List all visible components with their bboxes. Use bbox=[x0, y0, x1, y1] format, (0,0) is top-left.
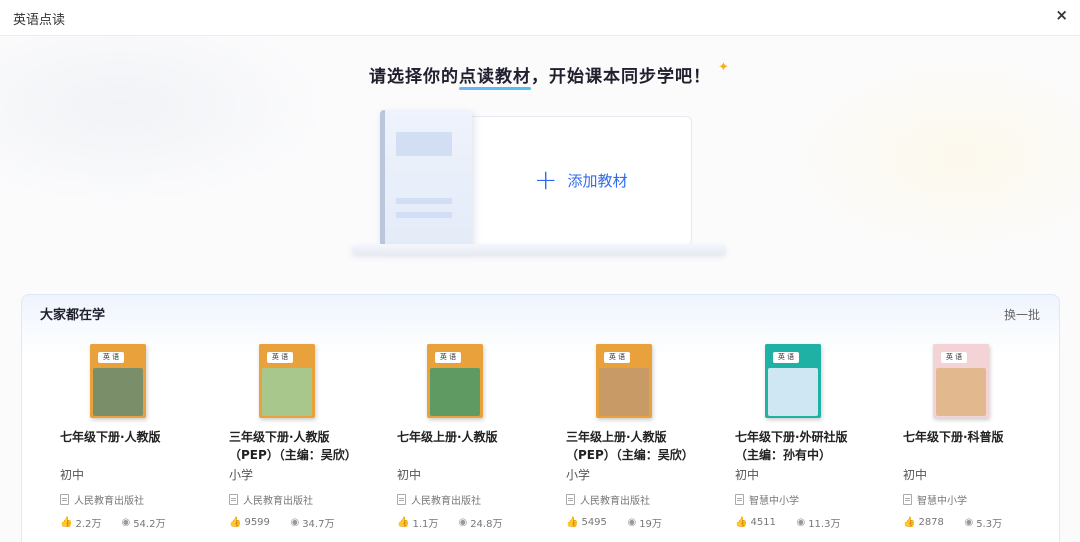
eye-icon: ◉ bbox=[290, 517, 300, 528]
cover-image bbox=[93, 368, 143, 416]
book-publisher: 人民教育出版社 bbox=[60, 492, 220, 507]
like-count: 2.2万 bbox=[75, 519, 102, 530]
window-title: 英语点读 bbox=[13, 13, 66, 28]
cover-tag: 英 语 bbox=[941, 352, 967, 363]
publisher-name: 智慧中小学 bbox=[917, 496, 967, 507]
eye-icon: ◉ bbox=[796, 517, 806, 528]
eye-icon: ◉ bbox=[964, 517, 974, 528]
eye-icon: ◉ bbox=[121, 517, 131, 528]
book-stats: 👍 1.1万 ◉ 24.8万 bbox=[397, 515, 557, 530]
document-icon bbox=[60, 494, 69, 505]
thumbs-up-icon: 👍 bbox=[397, 517, 410, 528]
thumbs-up-icon: 👍 bbox=[229, 517, 242, 528]
book-publisher: 人民教育出版社 bbox=[397, 492, 557, 507]
like-count: 9599 bbox=[244, 517, 270, 528]
like-count: 2878 bbox=[918, 517, 944, 528]
book-publisher: 智慧中小学 bbox=[735, 492, 895, 507]
book-name[interactable]: 三年级上册·人教版（PEP）（主编：吴欣） bbox=[566, 428, 694, 464]
view-count: 11.3万 bbox=[808, 519, 841, 530]
document-icon bbox=[566, 494, 575, 505]
cover-tag: 英 语 bbox=[98, 352, 124, 363]
sparkle-icon: ✦ bbox=[718, 60, 729, 75]
book-level: 初中 bbox=[735, 468, 760, 482]
hero-headline: 请选择你的点读教材，开始课本同步学吧！ bbox=[0, 62, 1080, 87]
popular-title: 大家都在学 bbox=[40, 308, 106, 323]
document-icon bbox=[735, 494, 744, 505]
eye-icon: ◉ bbox=[458, 517, 468, 528]
book-cover[interactable]: 英 语 bbox=[596, 344, 652, 418]
book-publisher: 人民教育出版社 bbox=[229, 492, 389, 507]
cover-tag: 英 语 bbox=[435, 352, 461, 363]
book-level: 初中 bbox=[397, 468, 422, 482]
refresh-button[interactable]: 换一批 bbox=[1004, 306, 1040, 323]
like-count: 5495 bbox=[581, 517, 607, 528]
book-level: 初中 bbox=[60, 468, 85, 482]
thumbs-up-icon: 👍 bbox=[903, 517, 916, 528]
cover-image bbox=[262, 368, 312, 416]
book-cover[interactable]: 英 语 bbox=[90, 344, 146, 418]
view-count: 5.3万 bbox=[976, 519, 1003, 530]
close-icon[interactable]: × bbox=[1055, 6, 1068, 24]
book-stats: 👍 2.2万 ◉ 54.2万 bbox=[60, 515, 220, 530]
view-count: 24.8万 bbox=[470, 519, 503, 530]
headline-post: ，开始课本同步学吧！ bbox=[531, 67, 711, 87]
book-cover[interactable]: 英 语 bbox=[933, 344, 989, 418]
book-name[interactable]: 三年级下册·人教版（PEP）（主编：吴欣） bbox=[229, 428, 357, 464]
book-level: 小学 bbox=[229, 468, 254, 482]
plus-icon: + bbox=[534, 163, 558, 196]
document-icon bbox=[229, 494, 238, 505]
cover-image bbox=[936, 368, 986, 416]
like-count: 1.1万 bbox=[412, 519, 439, 530]
book-cover[interactable]: 英 语 bbox=[259, 344, 315, 418]
thumbs-up-icon: 👍 bbox=[735, 517, 748, 528]
publisher-name: 智慧中小学 bbox=[749, 496, 799, 507]
like-count: 4511 bbox=[750, 517, 776, 528]
thumbs-up-icon: 👍 bbox=[60, 517, 73, 528]
book-cover[interactable]: 英 语 bbox=[765, 344, 821, 418]
headline-pre: 请选择你的 bbox=[369, 67, 459, 87]
book-illustration bbox=[380, 110, 472, 246]
book-publisher: 智慧中小学 bbox=[903, 492, 1063, 507]
book-stats: 👍 5495 ◉ 19万 bbox=[566, 515, 726, 530]
book-stats: 👍 9599 ◉ 34.7万 bbox=[229, 515, 389, 530]
book-level: 初中 bbox=[903, 468, 928, 482]
book-stats: 👍 4511 ◉ 11.3万 bbox=[735, 515, 895, 530]
book-card[interactable]: 英 语 三年级下册·人教版（PEP）（主编：吴欣） 小学 人民教育出版社 👍 9… bbox=[229, 344, 389, 530]
document-icon bbox=[903, 494, 912, 505]
book-card[interactable]: 英 语 七年级下册·外研社版（主编：孙有中） 初中 智慧中小学 👍 4511 ◉… bbox=[735, 344, 895, 530]
cover-tag: 英 语 bbox=[604, 352, 630, 363]
view-count: 54.2万 bbox=[133, 519, 166, 530]
publisher-name: 人民教育出版社 bbox=[411, 496, 481, 507]
book-name[interactable]: 七年级下册·外研社版（主编：孙有中） bbox=[735, 428, 859, 464]
thumbs-up-icon: 👍 bbox=[566, 517, 579, 528]
book-card[interactable]: 英 语 七年级上册·人教版 初中 人民教育出版社 👍 1.1万 ◉ 24.8万 bbox=[397, 344, 557, 530]
book-stats: 👍 2878 ◉ 5.3万 bbox=[903, 515, 1063, 530]
book-card[interactable]: 英 语 七年级下册·科普版 初中 智慧中小学 👍 2878 ◉ 5.3万 bbox=[903, 344, 1063, 530]
cover-tag: 英 语 bbox=[267, 352, 293, 363]
eye-icon: ◉ bbox=[627, 517, 637, 528]
cover-image bbox=[599, 368, 649, 416]
book-name[interactable]: 七年级下册·人教版 bbox=[60, 428, 184, 464]
book-publisher: 人民教育出版社 bbox=[566, 492, 726, 507]
cover-tag: 英 语 bbox=[773, 352, 799, 363]
headline-highlight: 点读教材 bbox=[459, 67, 531, 87]
shelf-illustration bbox=[352, 244, 726, 254]
cover-image bbox=[430, 368, 480, 416]
document-icon bbox=[397, 494, 406, 505]
add-textbook-button[interactable]: + 添加教材 bbox=[534, 166, 627, 194]
book-level: 小学 bbox=[566, 468, 591, 482]
cover-image bbox=[768, 368, 818, 416]
view-count: 34.7万 bbox=[302, 519, 335, 530]
publisher-name: 人民教育出版社 bbox=[74, 496, 144, 507]
book-name[interactable]: 七年级下册·科普版 bbox=[903, 428, 1027, 464]
publisher-name: 人民教育出版社 bbox=[243, 496, 313, 507]
book-card[interactable]: 英 语 三年级上册·人教版（PEP）（主编：吴欣） 小学 人民教育出版社 👍 5… bbox=[566, 344, 726, 530]
add-textbook-label: 添加教材 bbox=[567, 171, 628, 190]
title-bar: 英语点读 × bbox=[0, 0, 1080, 36]
book-card[interactable]: 英 语 七年级下册·人教版 初中 人民教育出版社 👍 2.2万 ◉ 54.2万 bbox=[60, 344, 220, 530]
publisher-name: 人民教育出版社 bbox=[580, 496, 650, 507]
book-name[interactable]: 七年级上册·人教版 bbox=[397, 428, 521, 464]
view-count: 19万 bbox=[639, 519, 662, 530]
book-cover[interactable]: 英 语 bbox=[427, 344, 483, 418]
